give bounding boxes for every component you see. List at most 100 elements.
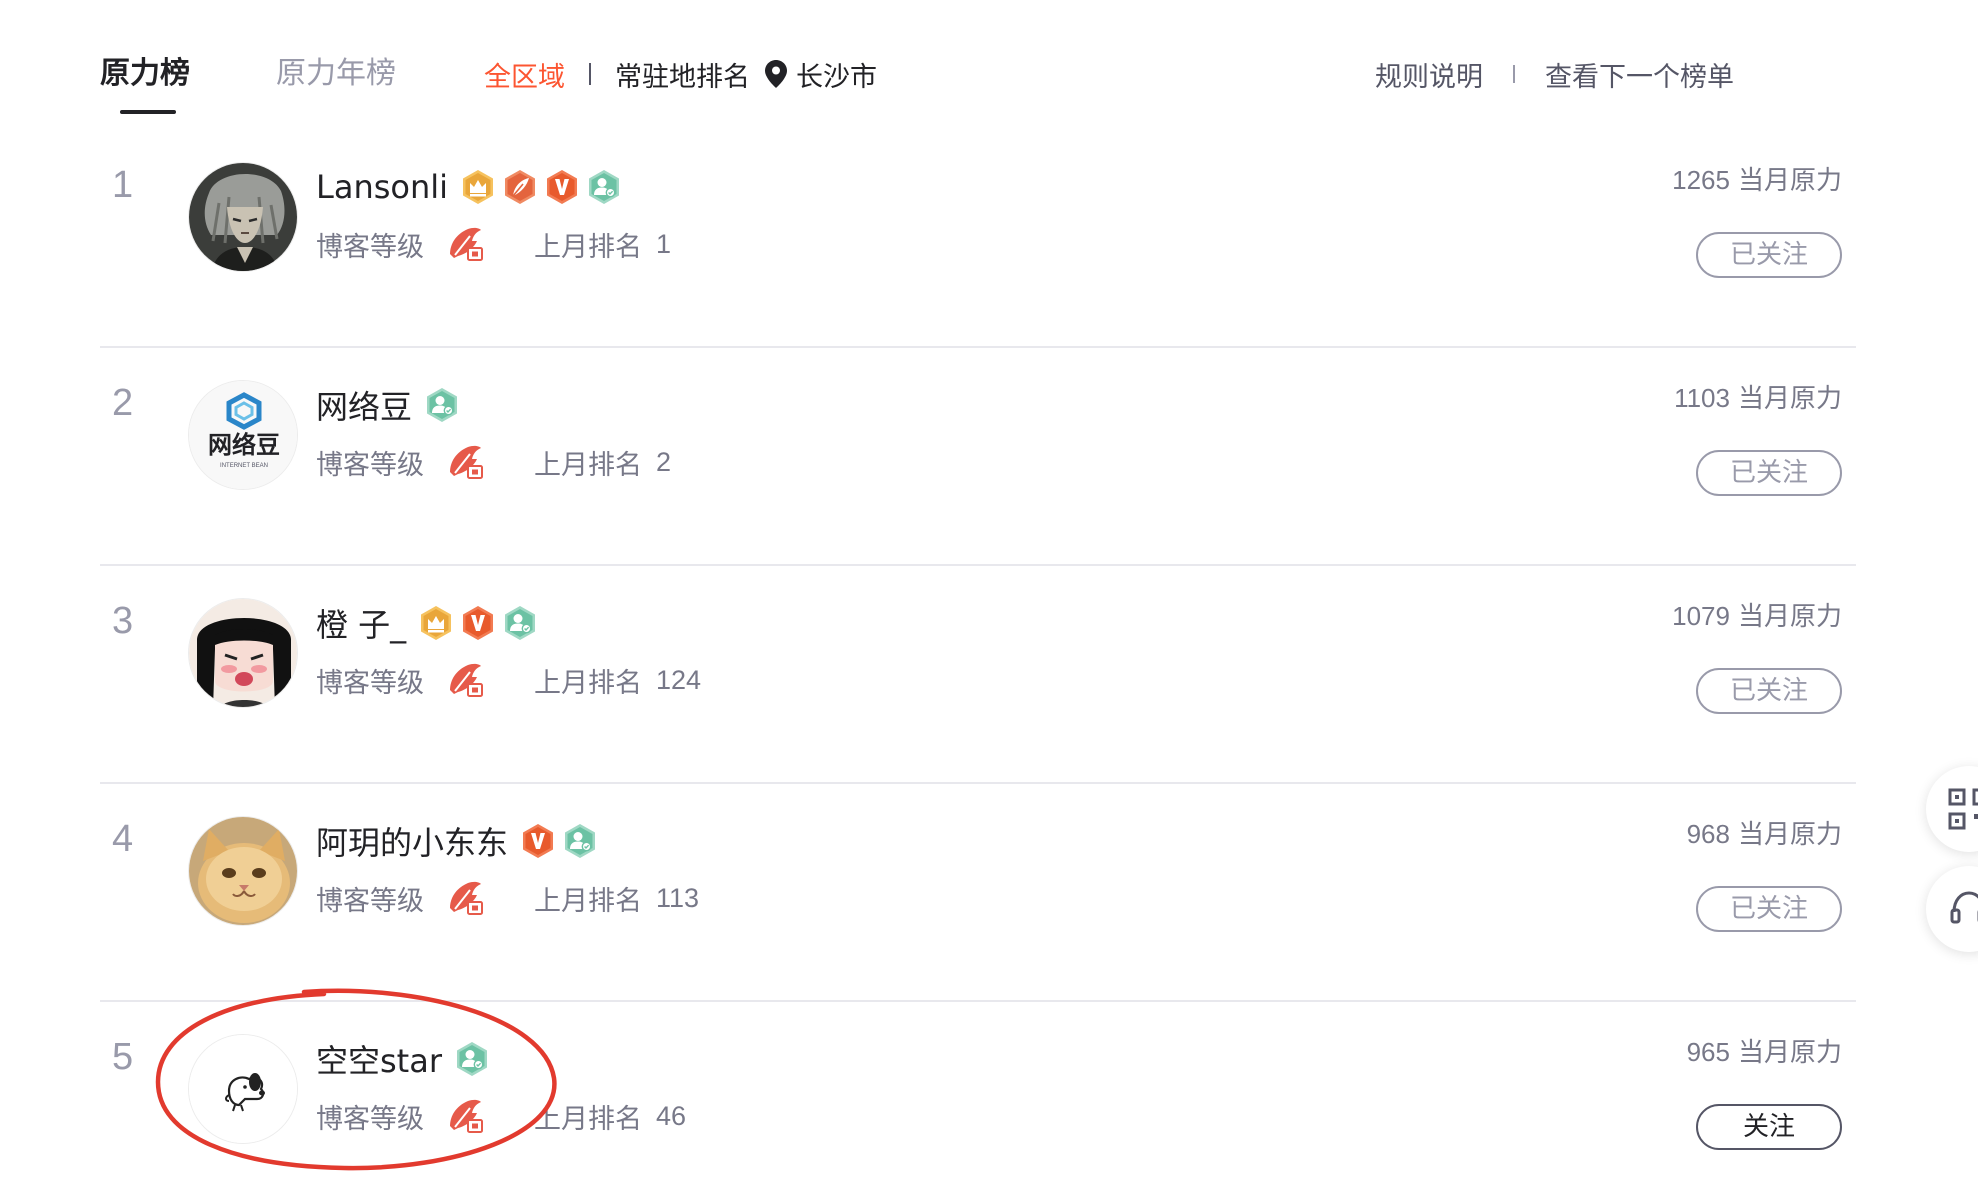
user-meta: 博客等级 上月排名 46 <box>316 1094 686 1138</box>
ranking-header: 原力榜 原力年榜 全区域 常驻地排名 长沙市 规则说明 查看下一个榜单 <box>0 0 1860 120</box>
monthly-force: 968 当月原力 <box>1687 814 1842 851</box>
force-value: 1265 <box>1672 165 1730 195</box>
rules-link[interactable]: 规则说明 <box>1375 55 1483 94</box>
avatar[interactable]: 网络豆 INTERNET BEAN <box>188 380 298 490</box>
monthly-force: 1103 当月原力 <box>1674 378 1842 415</box>
user-meta: 博客等级 上月排名 113 <box>316 876 699 920</box>
avatar[interactable] <box>188 162 298 272</box>
last-month-rank-label: 上月排名 <box>534 449 642 481</box>
user-name-line: Lansonli <box>316 162 622 212</box>
v-badge-icon <box>544 169 580 205</box>
certified-badge-icon <box>562 823 598 859</box>
follow-button[interactable]: 已关注 <box>1696 886 1842 932</box>
tab-annual-ranking[interactable]: 原力年榜 <box>276 52 396 96</box>
force-value: 965 <box>1686 1037 1730 1067</box>
blog-level-icon <box>446 442 486 482</box>
resident-ranking-label[interactable]: 常驻地排名 <box>615 55 750 94</box>
avatar[interactable] <box>188 598 298 708</box>
ranking-row: 2 网络豆 INTERNET BEAN 网络豆 博客等级 上月排名 2 1103… <box>100 348 1856 566</box>
last-month-rank-value: 1 <box>656 228 672 259</box>
crown-badge-icon <box>460 169 496 205</box>
certified-badge-icon <box>502 605 538 641</box>
last-month-rank-value: 2 <box>656 446 672 477</box>
divider <box>589 63 591 85</box>
monthly-force: 965 当月原力 <box>1687 1032 1842 1069</box>
rank-number: 4 <box>112 818 134 860</box>
user-name[interactable]: 空空star <box>316 1036 442 1082</box>
blog-level-icon <box>446 224 486 264</box>
headset-icon <box>1950 891 1978 924</box>
ranking-row: 1 Lansonli 博客等级 上月排名 1 1265 当月原力 已关注 <box>100 130 1856 348</box>
user-name-line: 橙 子_ <box>316 598 538 648</box>
blog-level-label: 博客等级 <box>316 1103 424 1135</box>
location-pin-icon <box>764 59 788 89</box>
force-value: 1103 <box>1674 383 1730 413</box>
avatar-brand-text: 网络豆 <box>208 431 280 459</box>
force-ranking-page: 原力榜 原力年榜 全区域 常驻地排名 长沙市 规则说明 查看下一个榜单 1 La… <box>0 0 1978 1200</box>
certified-badge-icon <box>454 1041 490 1077</box>
force-unit: 当月原力 <box>1737 1038 1842 1068</box>
last-month-rank-value: 46 <box>656 1100 687 1131</box>
user-meta: 博客等级 上月排名 124 <box>316 658 701 702</box>
avatar[interactable] <box>188 1034 298 1144</box>
ranking-row: 3 橙 子_ 博客等级 上月排名 124 1079 当月原力 已关注 <box>100 566 1856 784</box>
next-ranking-link[interactable]: 查看下一个榜单 <box>1545 55 1734 94</box>
monthly-force: 1265 当月原力 <box>1672 160 1842 197</box>
blog-level-label: 博客等级 <box>316 885 424 917</box>
feather-badge-icon <box>502 169 538 205</box>
force-unit: 当月原力 <box>1737 166 1842 196</box>
last-month-rank-label: 上月排名 <box>534 1103 642 1135</box>
follow-button[interactable]: 关注 <box>1696 1104 1842 1150</box>
rank-number: 5 <box>112 1036 134 1078</box>
ranking-row: 5 空空star 博客等级 上月排名 46 965 当月原力 关注 <box>100 1002 1856 1200</box>
active-tab-indicator <box>120 110 176 114</box>
user-meta: 博客等级 上月排名 1 <box>316 222 671 266</box>
ranking-row: 4 阿玥的小东东 博客等级 上月排名 113 968 当月原力 已关注 <box>100 784 1856 1002</box>
monthly-force: 1079 当月原力 <box>1672 596 1842 633</box>
qr-code-button[interactable] <box>1926 766 1978 852</box>
force-unit: 当月原力 <box>1737 602 1842 632</box>
city-selector[interactable]: 长沙市 <box>796 55 877 94</box>
user-name[interactable]: 阿玥的小东东 <box>316 818 508 864</box>
blog-level-icon <box>446 878 486 918</box>
rank-number: 1 <box>112 164 134 206</box>
user-name-line: 网络豆 <box>316 380 460 430</box>
force-unit: 当月原力 <box>1737 820 1842 850</box>
blog-level-label: 博客等级 <box>316 667 424 699</box>
region-filter: 全区域 常驻地排名 长沙市 <box>484 52 877 96</box>
user-name-line: 阿玥的小东东 <box>316 816 598 866</box>
force-value: 1079 <box>1672 601 1730 631</box>
header-links: 规则说明 查看下一个榜单 <box>1375 52 1734 96</box>
user-name-line: 空空star <box>316 1034 490 1084</box>
qr-code-icon <box>1948 788 1978 830</box>
user-name[interactable]: Lansonli <box>316 168 448 206</box>
follow-button[interactable]: 已关注 <box>1696 668 1842 714</box>
user-name[interactable]: 橙 子_ <box>316 600 406 646</box>
blog-level-icon <box>446 1096 486 1136</box>
certified-badge-icon <box>424 387 460 423</box>
crown-badge-icon <box>418 605 454 641</box>
blog-level-icon <box>446 660 486 700</box>
user-name[interactable]: 网络豆 <box>316 382 412 428</box>
certified-badge-icon <box>586 169 622 205</box>
region-all-button[interactable]: 全区域 <box>484 55 565 94</box>
v-badge-icon <box>520 823 556 859</box>
tab-force-ranking[interactable]: 原力榜 <box>100 52 190 96</box>
rank-number: 3 <box>112 600 134 642</box>
customer-service-button[interactable] <box>1926 866 1978 952</box>
last-month-rank-value: 124 <box>656 664 702 695</box>
user-meta: 博客等级 上月排名 2 <box>316 440 671 484</box>
last-month-rank-label: 上月排名 <box>534 667 642 699</box>
avatar-brand-subtext: INTERNET BEAN <box>220 463 268 469</box>
rank-number: 2 <box>112 382 134 424</box>
avatar[interactable] <box>188 816 298 926</box>
force-unit: 当月原力 <box>1737 384 1842 414</box>
last-month-rank-label: 上月排名 <box>534 885 642 917</box>
last-month-rank-value: 113 <box>656 882 700 913</box>
follow-button[interactable]: 已关注 <box>1696 450 1842 496</box>
blog-level-label: 博客等级 <box>316 231 424 263</box>
divider <box>1513 65 1515 83</box>
blog-level-label: 博客等级 <box>316 449 424 481</box>
follow-button[interactable]: 已关注 <box>1696 232 1842 278</box>
last-month-rank-label: 上月排名 <box>534 231 642 263</box>
